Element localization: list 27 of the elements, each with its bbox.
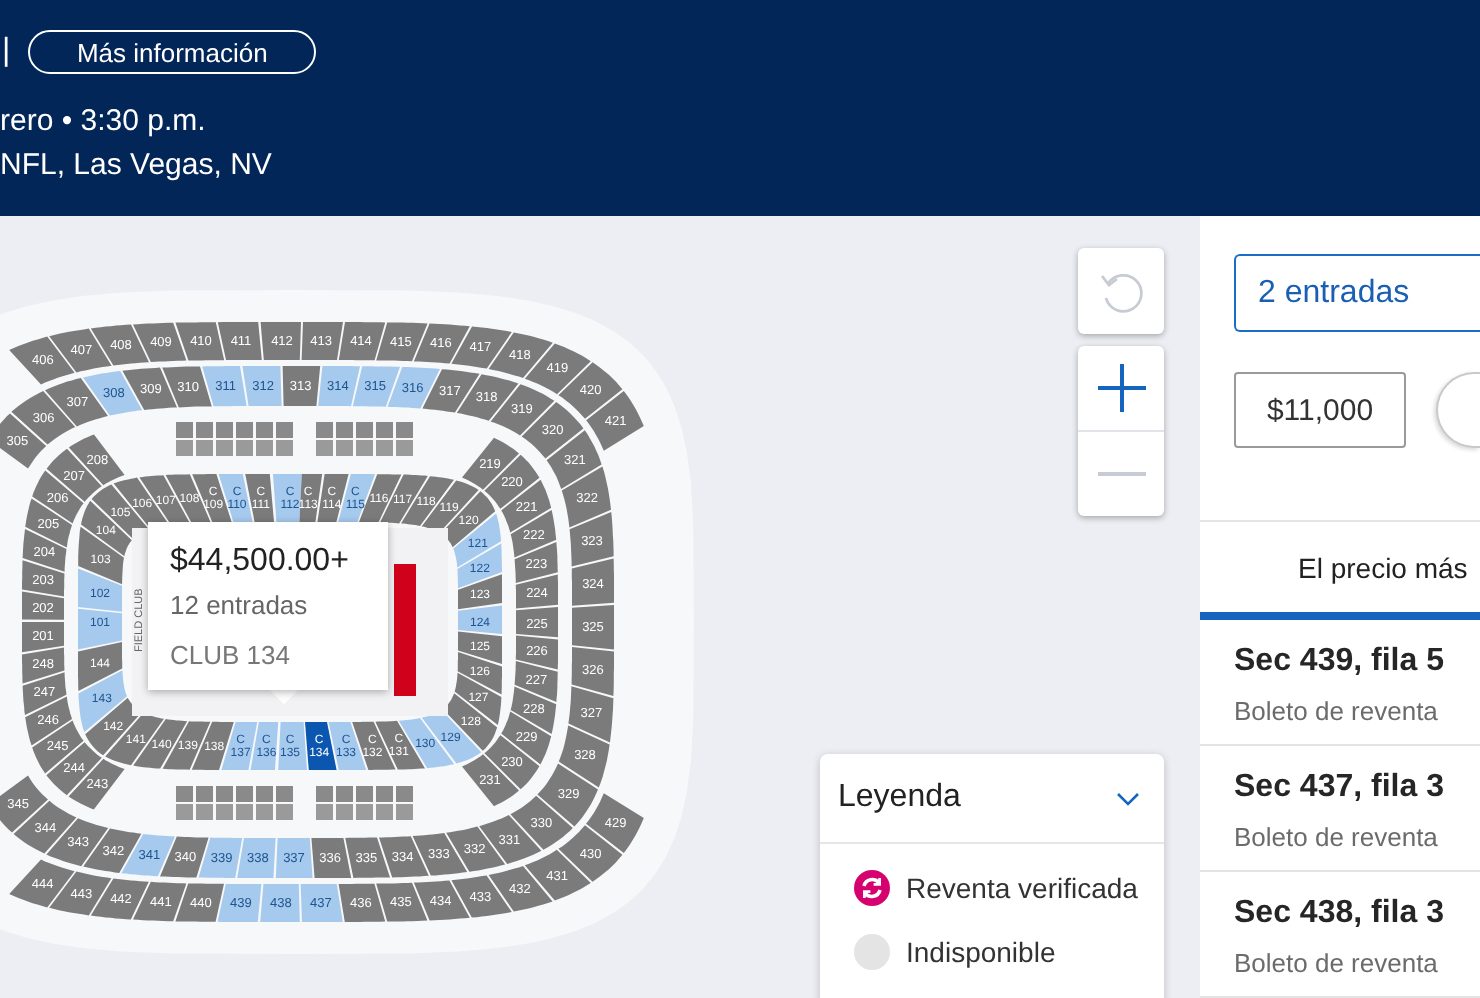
event-venue: NFL, Las Vegas, NV [0,148,272,182]
sort-tab[interactable]: El precio más [1200,522,1480,620]
slider-handle[interactable] [1436,372,1480,448]
listing-type: Boleto de reventa [1234,822,1440,852]
verified-resale-icon [854,870,890,906]
reset-button[interactable] [1078,248,1164,334]
listing-row[interactable]: Sec 438, fila 3 Boleto de reventa [1200,872,1480,998]
listing-section: Sec 438, fila 3 [1234,896,1480,932]
listing-section: Sec 437, fila 3 [1234,770,1480,806]
unavailable-dot-icon [854,934,890,970]
event-date: rero • 3:30 p.m. [0,104,206,138]
listing-row[interactable]: Sec 437, fila 3 Boleto de reventa [1200,746,1480,872]
listing-section: Sec 439, fila 5 [1234,644,1480,680]
legend-label: Indisponible [906,936,1056,968]
more-info-button[interactable]: Más información [28,30,317,74]
separator: | [0,34,11,70]
listing-row[interactable]: Sec 439, fila 5 Boleto de reventa [1200,620,1480,746]
tooltip-ticket-count: 12 entradas [170,590,310,620]
min-price-field[interactable]: $11,000 [1234,372,1406,448]
listing-type: Boleto de reventa [1234,696,1440,726]
chevron-icon[interactable] [1116,791,1140,805]
tooltip-price: $44,500.00+ [170,544,351,580]
legend-title: Leyenda [838,780,961,816]
quantity-dropdown[interactable]: 2 entradas [1234,254,1480,332]
legend-label: Reventa verificada [906,872,1138,904]
tooltip-section: CLUB 134 [170,640,366,670]
listing-type: Boleto de reventa [1234,948,1440,978]
